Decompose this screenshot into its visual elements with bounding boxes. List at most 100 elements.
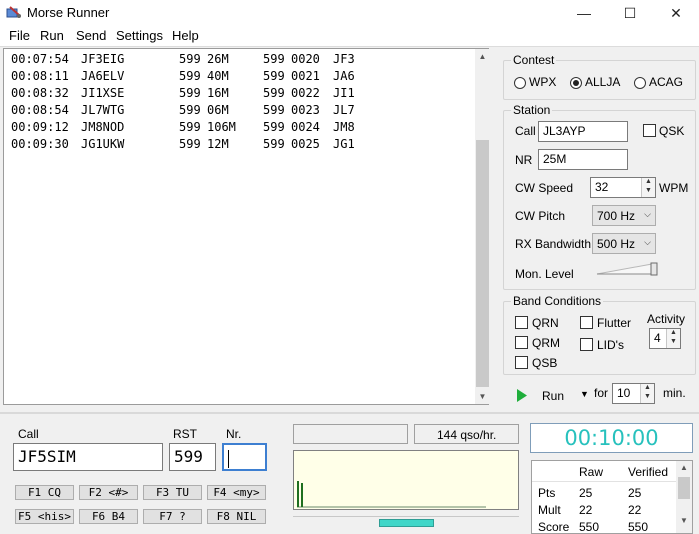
log-call: JL7WTG	[81, 103, 125, 117]
run-dropdown-icon[interactable]: ▼	[580, 389, 589, 399]
menu-send[interactable]: Send	[76, 28, 106, 43]
station-call-input[interactable]: JL3AYP	[538, 121, 628, 142]
run-minutes-value: 10	[617, 386, 631, 400]
activity-label: Activity	[647, 312, 686, 326]
qsk-label: QSK	[659, 124, 685, 138]
log-nr-rcvd: 0024	[291, 120, 320, 134]
log-prefix: JF3	[333, 52, 355, 66]
score-header-verified: Verified	[628, 465, 669, 479]
spin-up-icon[interactable]: ▲	[645, 178, 652, 185]
log-scrollbar[interactable]: ▲ ▼	[475, 49, 490, 404]
scroll-down-icon[interactable]: ▼	[475, 389, 490, 404]
score-verified-value: 25	[628, 486, 642, 500]
qrm-checkbox[interactable]	[515, 336, 528, 349]
scroll-thumb[interactable]	[678, 477, 690, 499]
run-minutes-input[interactable]: 10 ▲ ▼	[612, 383, 655, 404]
qsk-checkbox[interactable]	[643, 124, 656, 137]
log-rst-rcvd: 599	[263, 103, 285, 117]
log-rst-sent: 599	[179, 103, 201, 117]
log-call: JI1XSE	[81, 86, 125, 100]
lids-checkbox[interactable]	[580, 338, 593, 351]
score-scrollbar[interactable]: ▲ ▼	[676, 461, 692, 533]
spin-up-icon[interactable]: ▲	[644, 384, 651, 391]
contest-acag-radio[interactable]	[634, 77, 646, 89]
flutter-checkbox[interactable]	[580, 316, 593, 329]
mon-level-slider[interactable]	[596, 262, 658, 276]
menu-file[interactable]: File	[9, 28, 30, 43]
log-rst-rcvd: 599	[263, 86, 285, 100]
bottom-divider	[0, 412, 699, 414]
entry-call-input[interactable]: JF5SIM	[13, 443, 163, 471]
log-nr-sent: 16M	[207, 86, 229, 100]
f3-tu-button[interactable]: F3 TU	[143, 485, 202, 500]
log-call: JF3EIG	[81, 52, 125, 66]
contest-wpx-radio[interactable]	[514, 77, 526, 89]
qrn-checkbox[interactable]	[515, 316, 528, 329]
log-time: 00:07:54	[11, 52, 69, 66]
scroll-up-icon[interactable]: ▲	[676, 461, 692, 475]
menu-settings[interactable]: Settings	[116, 28, 163, 43]
cw-speed-input[interactable]: 32 ▲ ▼	[590, 177, 656, 198]
f6-b4-button[interactable]: F6 B4	[79, 509, 138, 524]
f7-query-button[interactable]: F7 ?	[143, 509, 202, 524]
entry-nr-input[interactable]	[222, 443, 267, 471]
station-nr-input[interactable]: 25M	[538, 149, 628, 170]
log-nr-sent: 106M	[207, 120, 236, 134]
log-nr-sent: 06M	[207, 103, 229, 117]
cw-pitch-select[interactable]: 700 Hz ⌵	[592, 205, 656, 226]
contest-group: Contest WPX ALLJA ACAG	[503, 53, 696, 100]
log-nr-rcvd: 0022	[291, 86, 320, 100]
status-box-empty	[293, 424, 408, 444]
station-call-label: Call	[515, 124, 536, 138]
log-call: JA6ELV	[81, 69, 125, 83]
run-for-label: for	[594, 386, 609, 400]
close-button[interactable]: ✕	[653, 0, 699, 26]
f8-nil-button[interactable]: F8 NIL	[207, 509, 266, 524]
run-minutes-spinner[interactable]: ▲ ▼	[640, 384, 654, 403]
text-cursor	[228, 449, 229, 468]
cw-pitch-label: CW Pitch	[515, 209, 566, 223]
score-row-label: Pts	[538, 486, 556, 500]
contest-allja-radio[interactable]	[570, 77, 582, 89]
log-prefix: JM8	[333, 120, 355, 134]
log-rst-sent: 599	[179, 86, 201, 100]
entry-call-label: Call	[18, 427, 39, 441]
scroll-down-icon[interactable]: ▼	[676, 514, 692, 528]
band-conditions-label: Band Conditions	[511, 294, 604, 308]
mon-level-track	[596, 262, 658, 276]
activity-input[interactable]: 4 ▲ ▼	[649, 328, 681, 349]
scroll-thumb[interactable]	[476, 140, 489, 387]
menu-help[interactable]: Help	[172, 28, 199, 43]
activity-spinner[interactable]: ▲ ▼	[666, 329, 680, 348]
spin-down-icon[interactable]: ▼	[670, 338, 677, 345]
qso-log[interactable]: 00:07:54 JF3EIG 599 26M 599 0020 JF3 00:08:11 JA…	[3, 48, 490, 405]
minimize-button[interactable]: —	[561, 0, 607, 26]
f1-cq-button[interactable]: F1 CQ	[15, 485, 74, 500]
menu-run[interactable]: Run	[40, 28, 64, 43]
spin-down-icon[interactable]: ▼	[644, 393, 651, 400]
log-time: 00:08:32	[11, 86, 69, 100]
qsb-checkbox[interactable]	[515, 356, 528, 369]
rx-bandwidth-select[interactable]: 500 Hz ⌵	[592, 233, 656, 254]
progress-track	[293, 516, 519, 528]
activity-value: 4	[654, 331, 661, 345]
spin-down-icon[interactable]: ▼	[645, 187, 652, 194]
signal-trace	[297, 481, 486, 508]
log-rst-rcvd: 599	[263, 137, 285, 151]
run-button[interactable]: Run	[513, 385, 569, 407]
cw-speed-label: CW Speed	[515, 181, 574, 195]
log-nr-sent: 12M	[207, 137, 229, 151]
maximize-button[interactable]: ☐	[607, 0, 653, 26]
f5-his-call-button[interactable]: F5 <his>	[15, 509, 74, 524]
spin-up-icon[interactable]: ▲	[670, 329, 677, 336]
log-nr-rcvd: 0025	[291, 137, 320, 151]
entry-rst-input[interactable]: 599	[169, 443, 216, 471]
contest-acag-label: ACAG	[649, 75, 684, 89]
chevron-down-icon: ⌵	[644, 209, 651, 219]
f2-exchange-button[interactable]: F2 <#>	[79, 485, 138, 500]
log-time: 00:08:54	[11, 103, 69, 117]
cw-speed-spinner[interactable]: ▲ ▼	[641, 178, 655, 197]
rx-bandwidth-value: 500 Hz	[597, 237, 636, 251]
scroll-up-icon[interactable]: ▲	[475, 49, 490, 64]
f4-my-call-button[interactable]: F4 <my>	[207, 485, 266, 500]
